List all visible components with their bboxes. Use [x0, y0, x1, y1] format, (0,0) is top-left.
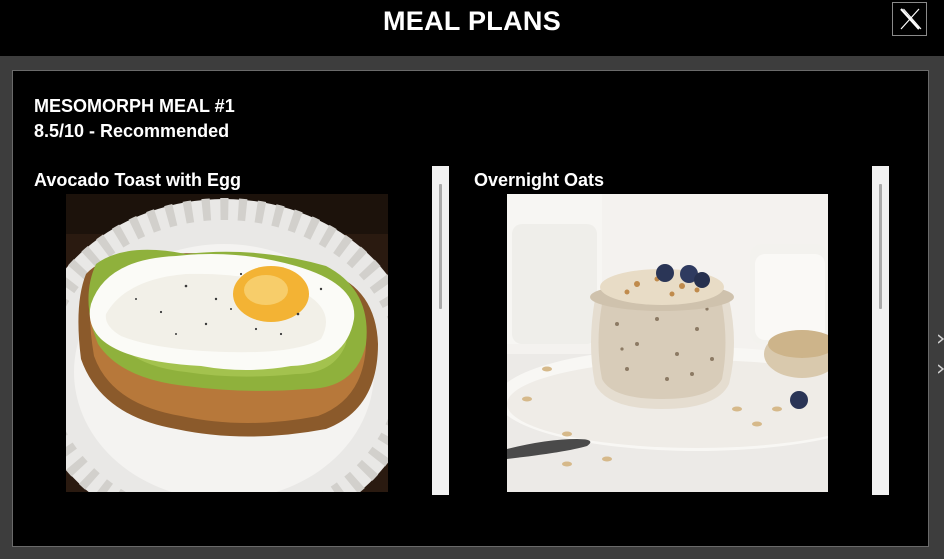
chevron-right-icon[interactable] [938, 363, 944, 375]
scrollbar-thumb[interactable] [439, 184, 442, 309]
meal-rating: 8.5/10 - Recommended [34, 121, 230, 141]
avocado-toast-egg-photo [66, 194, 388, 492]
meal-title: MESOMORPH MEAL #1 [34, 96, 235, 116]
card-scrollbar-left[interactable] [432, 166, 449, 495]
title-bar: MEAL PLANS [0, 0, 944, 56]
scrollbar-thumb[interactable] [879, 184, 882, 309]
chevron-right-icon[interactable] [938, 333, 944, 345]
card-label-avocado-toast: Avocado Toast with Egg [34, 170, 242, 190]
close-button[interactable] [892, 2, 927, 36]
x-close-icon [899, 8, 921, 30]
card-scrollbar-right[interactable] [872, 166, 889, 495]
card-label-overnight-oats: Overnight Oats [474, 170, 605, 190]
window-title: MEAL PLANS [382, 6, 561, 36]
overnight-oats-photo [507, 194, 828, 492]
